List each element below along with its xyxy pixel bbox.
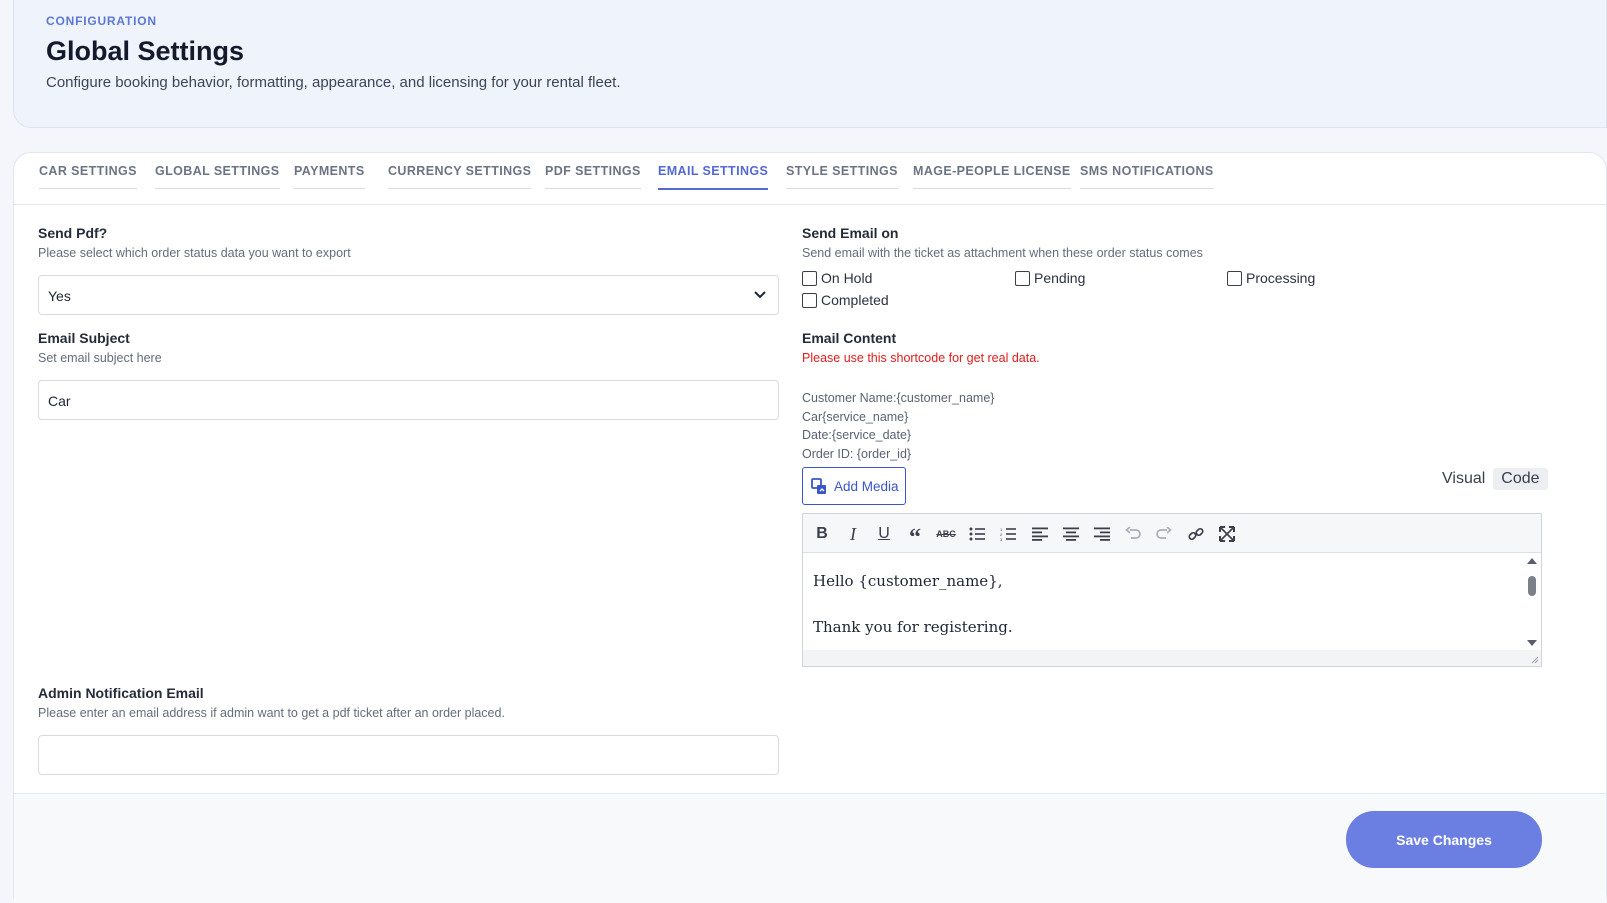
- tab-pdf-settings[interactable]: PDF SETTINGS: [545, 164, 641, 189]
- checkbox-processing[interactable]: Processing: [1227, 270, 1315, 286]
- email-content-hint: Please use this shortcode for get real d…: [802, 351, 1040, 365]
- checkbox-label: Processing: [1246, 270, 1316, 286]
- settings-footer: Save Changes: [14, 793, 1606, 903]
- send-pdf-label: Send Pdf?: [38, 225, 108, 241]
- link-icon[interactable]: [1185, 523, 1207, 545]
- page-header: CONFIGURATION Global Settings Configure …: [13, 0, 1607, 128]
- email-content-label: Email Content: [802, 330, 897, 346]
- checkbox-box[interactable]: [1015, 270, 1030, 286]
- add-media-button[interactable]: Add Media: [802, 467, 906, 505]
- email-subject-input[interactable]: Car: [38, 380, 779, 420]
- email-subject-label: Email Subject: [38, 330, 130, 346]
- strikethrough-icon[interactable]: ABC: [935, 523, 957, 545]
- save-changes-button[interactable]: Save Changes: [1346, 811, 1542, 868]
- tab-code[interactable]: Code: [1493, 468, 1548, 490]
- italic-icon[interactable]: I: [842, 523, 864, 545]
- shortcode-item: Car{service_name}: [802, 409, 909, 424]
- checkbox-box[interactable]: [1227, 270, 1242, 286]
- editor-line: Thank you for registering.: [813, 618, 1013, 636]
- editor-line: Hello {customer_name},: [813, 572, 1003, 590]
- checkbox-completed[interactable]: Completed: [802, 292, 889, 308]
- admin-email-label: Admin Notification Email: [38, 685, 204, 701]
- media-icon: [811, 477, 826, 494]
- shortcode-list: Customer Name:{customer_name} Car{servic…: [802, 389, 994, 463]
- editor-toolbar: B I U “ ABC 123: [803, 514, 1541, 553]
- settings-card: CAR SETTINGS GLOBAL SETTINGS PAYMENTS CU…: [13, 152, 1607, 903]
- align-left-icon[interactable]: [1029, 523, 1051, 545]
- bullet-list-icon[interactable]: [966, 523, 988, 545]
- tab-email-settings[interactable]: EMAIL SETTINGS: [658, 164, 769, 190]
- tab-sms-notifications[interactable]: SMS NOTIFICATIONS: [1080, 164, 1214, 189]
- tab-global-settings[interactable]: GLOBAL SETTINGS: [155, 164, 280, 189]
- checkbox-box[interactable]: [802, 292, 817, 308]
- underline-icon[interactable]: U: [873, 523, 895, 545]
- email-content-editor: B I U “ ABC 123 Hello {customer_name}, T…: [802, 513, 1542, 667]
- send-pdf-select[interactable]: Yes: [38, 275, 779, 315]
- admin-email-hint: Please enter an email address if admin w…: [38, 706, 505, 720]
- tab-car-settings[interactable]: CAR SETTINGS: [39, 164, 137, 189]
- tab-currency-settings[interactable]: CURRENCY SETTINGS: [388, 164, 532, 189]
- svg-text:3: 3: [1000, 537, 1003, 541]
- send-pdf-hint: Please select which order status data yo…: [38, 246, 351, 260]
- chevron-down-icon: [754, 291, 766, 299]
- checkbox-label: Completed: [821, 292, 889, 308]
- checkbox-label: Pending: [1034, 270, 1086, 286]
- shortcode-item: Date:{service_date}: [802, 428, 912, 442]
- align-center-icon[interactable]: [1060, 523, 1082, 545]
- add-media-label: Add Media: [834, 478, 899, 494]
- email-subject-hint: Set email subject here: [38, 351, 162, 365]
- checkbox-on-hold[interactable]: On Hold: [802, 270, 872, 286]
- page-title: Global Settings: [46, 36, 245, 66]
- checkbox-pending[interactable]: Pending: [1015, 270, 1085, 286]
- align-right-icon[interactable]: [1091, 523, 1113, 545]
- page-subtitle: Configure booking behavior, formatting, …: [46, 74, 621, 91]
- blockquote-icon[interactable]: “: [904, 523, 926, 551]
- checkbox-box[interactable]: [802, 270, 817, 286]
- checkbox-label: On Hold: [821, 270, 873, 286]
- page-eyebrow: CONFIGURATION: [46, 14, 157, 28]
- admin-email-input[interactable]: [38, 735, 779, 775]
- redo-icon[interactable]: [1153, 523, 1175, 545]
- editor-resize-bar[interactable]: [803, 650, 1541, 666]
- editor-body[interactable]: Hello {customer_name}, Thank you for reg…: [813, 570, 1013, 639]
- resize-handle-icon[interactable]: [1530, 655, 1539, 664]
- tab-payments[interactable]: PAYMENTS: [294, 164, 365, 189]
- shortcode-item: Order ID: {order_id}: [802, 446, 912, 461]
- fullscreen-icon[interactable]: [1216, 523, 1238, 545]
- tab-style-settings[interactable]: STYLE SETTINGS: [786, 164, 898, 189]
- editor-mode-tabs: Visual Code: [1434, 468, 1548, 490]
- send-email-on-hint: Send email with the ticket as attachment…: [802, 246, 1203, 260]
- undo-icon[interactable]: [1122, 523, 1144, 545]
- bold-icon[interactable]: B: [811, 523, 833, 545]
- send-pdf-value: Yes: [48, 288, 71, 304]
- send-email-on-label: Send Email on: [802, 225, 899, 241]
- tab-visual[interactable]: Visual: [1434, 468, 1493, 490]
- numbered-list-icon[interactable]: 123: [997, 523, 1019, 545]
- editor-scrollbar[interactable]: [1525, 556, 1539, 652]
- settings-tabs: CAR SETTINGS GLOBAL SETTINGS PAYMENTS CU…: [14, 153, 1606, 205]
- shortcode-item: Customer Name:{customer_name}: [802, 391, 995, 405]
- tab-mage-people-license[interactable]: MAGE-PEOPLE LICENSE: [913, 164, 1071, 189]
